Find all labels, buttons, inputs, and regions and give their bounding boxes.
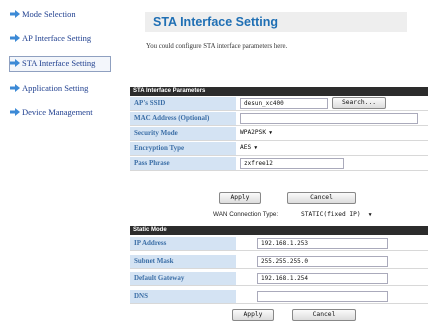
nav-item-mode-selection[interactable]: Mode Selection (10, 8, 110, 22)
ssid-label: AP's SSID (130, 97, 236, 110)
security-mode-label: Security Mode (130, 127, 236, 140)
section-header-sta-params: STA Interface Parameters (130, 87, 428, 96)
nav-label[interactable]: AP Interface Setting (22, 33, 91, 43)
row-dns: DNS (130, 290, 428, 304)
security-mode-value: WPA2PSK (240, 129, 267, 136)
row-mac: MAC Address (Optional) (130, 112, 428, 126)
dns-label: DNS (130, 290, 236, 303)
wan-connection-type-value: STATIC(fixed IP) (301, 211, 361, 218)
cancel-button[interactable]: Cancel (287, 192, 356, 204)
nav-label[interactable]: Mode Selection (22, 9, 76, 19)
encryption-type-select[interactable]: AES ▼ (240, 144, 257, 151)
arrow-right-icon (10, 108, 20, 116)
apply-button[interactable]: Apply (219, 192, 261, 204)
wan-connection-type-select[interactable]: STATIC(fixed IP) ▼ (301, 211, 372, 218)
row-encryption: Encryption Type AES ▼ (130, 142, 428, 156)
arrow-right-icon (10, 84, 20, 92)
row-pass-phrase: Pass Phrase zxfree12 (130, 157, 428, 171)
chevron-down-icon: ▼ (269, 130, 273, 136)
section-header-static-mode: Static Mode (130, 226, 428, 235)
nav-label[interactable]: Application Setting (22, 83, 88, 93)
chevron-down-icon: ▼ (254, 145, 258, 151)
ip-address-input[interactable]: 192.168.1.253 (257, 238, 388, 249)
security-mode-select[interactable]: WPA2PSK ▼ (240, 129, 272, 136)
apply-button[interactable]: Apply (232, 309, 274, 321)
encryption-type-label: Encryption Type (130, 142, 236, 155)
subnet-mask-input[interactable]: 255.255.255.0 (257, 256, 388, 267)
row-ssid: AP's SSID desun_xc400 Search... (130, 97, 428, 111)
row-default-gateway: Default Gateway 192.168.1.254 (130, 272, 428, 286)
row-ip-address: IP Address 192.168.1.253 (130, 237, 428, 251)
encryption-type-value: AES (240, 144, 252, 151)
row-security: Security Mode WPA2PSK ▼ (130, 127, 428, 141)
page-title: STA Interface Setting (145, 12, 407, 32)
nav-label[interactable]: STA Interface Setting (22, 58, 95, 68)
search-button[interactable]: Search... (332, 97, 386, 109)
nav-item-ap-interface-setting[interactable]: AP Interface Setting (10, 32, 110, 46)
nav-item-device-management[interactable]: Device Management (10, 106, 110, 120)
wan-connection-type-label: WAN Connection Type: (213, 211, 279, 218)
ip-address-label: IP Address (130, 237, 236, 250)
pass-phrase-label: Pass Phrase (130, 157, 236, 170)
mac-address-input[interactable] (240, 113, 418, 124)
cancel-button[interactable]: Cancel (292, 309, 356, 321)
nav-item-application-setting[interactable]: Application Setting (10, 82, 110, 96)
pass-phrase-input[interactable]: zxfree12 (240, 158, 344, 169)
page-description: You could configure STA interface parame… (146, 43, 288, 50)
row-subnet-mask: Subnet Mask 255.255.255.0 (130, 255, 428, 269)
ssid-input[interactable]: desun_xc400 (240, 98, 328, 109)
default-gateway-label: Default Gateway (130, 272, 236, 285)
default-gateway-input[interactable]: 192.168.1.254 (257, 273, 388, 284)
arrow-right-icon (10, 34, 20, 42)
sidebar-nav: Mode Selection AP Interface Setting STA … (9, 8, 111, 130)
arrow-right-icon (10, 59, 20, 67)
nav-item-sta-interface-setting[interactable]: STA Interface Setting (9, 56, 111, 72)
chevron-down-icon: ▼ (368, 212, 372, 218)
dns-input[interactable] (257, 291, 388, 302)
mac-label: MAC Address (Optional) (130, 112, 236, 125)
subnet-mask-label: Subnet Mask (130, 255, 236, 268)
arrow-right-icon (10, 10, 20, 18)
nav-label[interactable]: Device Management (22, 107, 93, 117)
